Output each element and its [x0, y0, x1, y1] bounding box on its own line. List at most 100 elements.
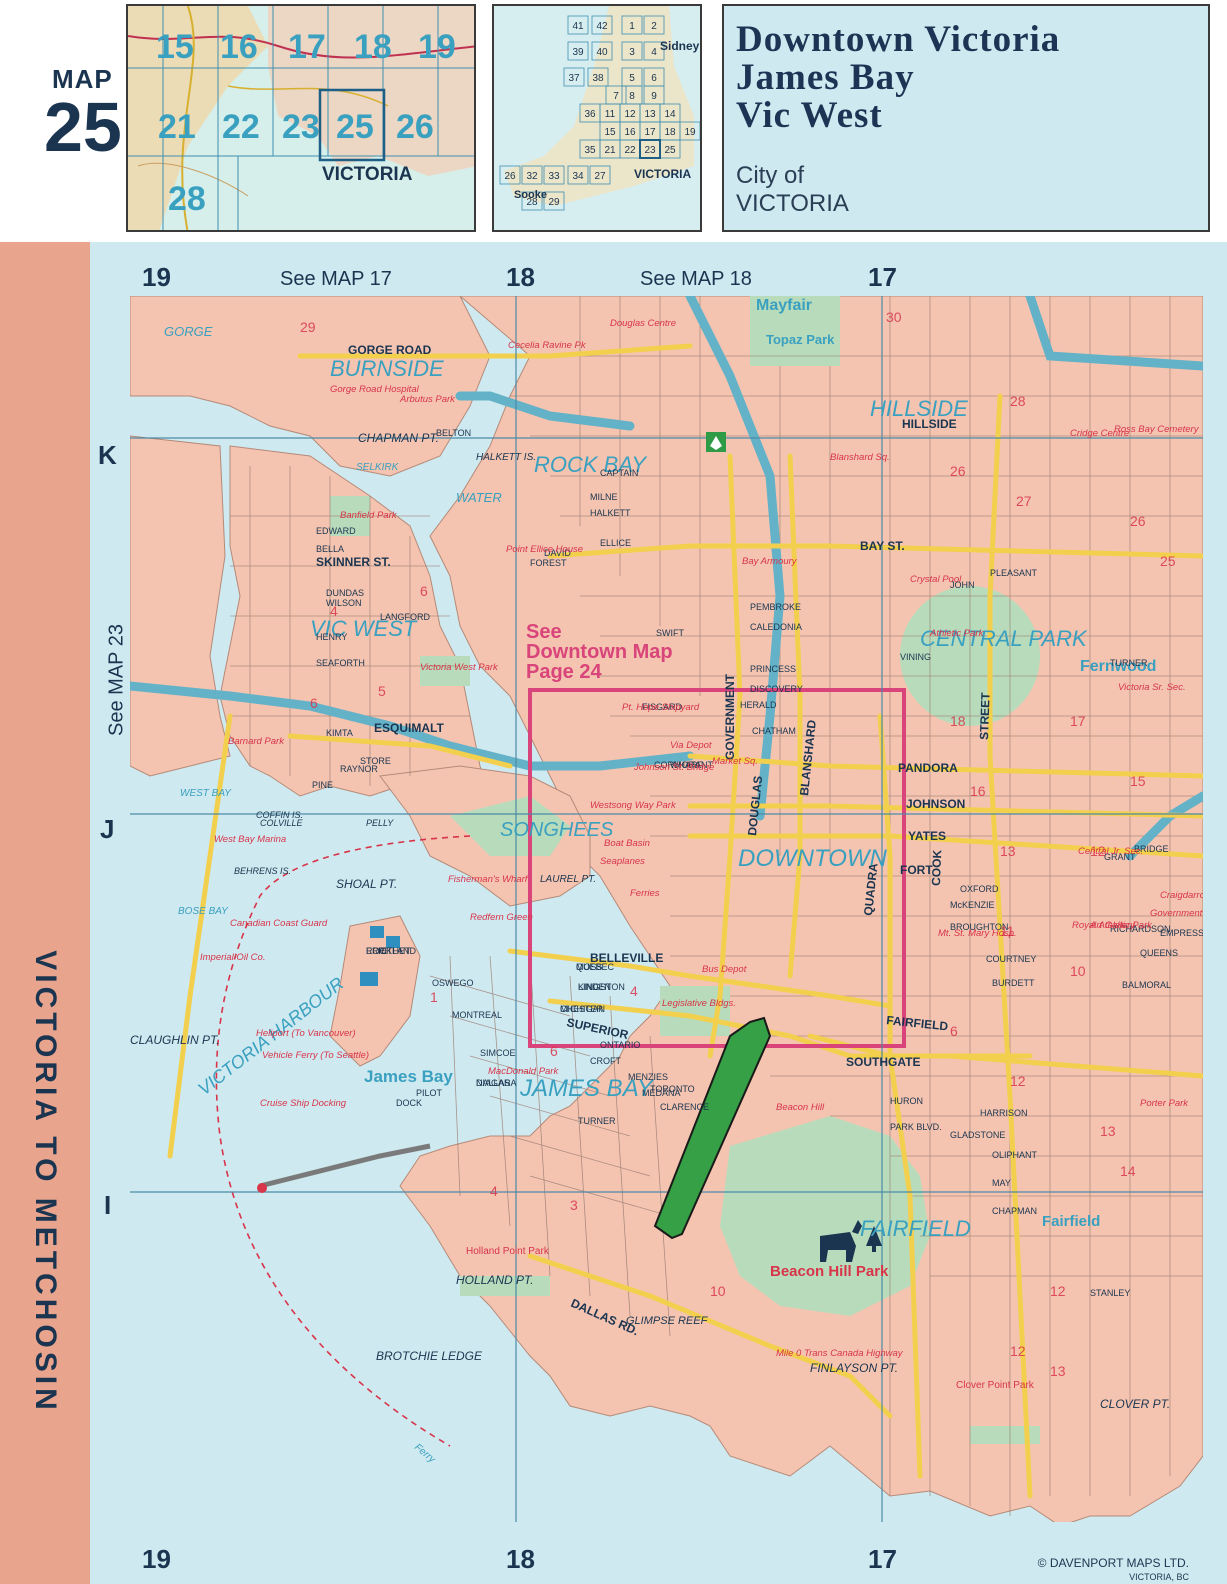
svg-text:28: 28 [1010, 393, 1026, 409]
svg-text:29: 29 [300, 319, 316, 335]
region-key-cell: 17 [644, 127, 656, 138]
svg-text:5: 5 [378, 683, 386, 699]
local-key-cell: 26 [396, 108, 434, 146]
landmark-label: Crystal Pool [910, 574, 962, 585]
landmark-label: Imperial Oil Co. [200, 952, 265, 963]
region-key-cell: 15 [604, 127, 616, 138]
street-label: PANDORA [898, 761, 958, 775]
landmark-label: Bay Armoury [742, 556, 798, 567]
point-label: COLVILLE [260, 818, 304, 828]
point-label: SHOAL PT. [336, 877, 397, 891]
region-key-cell: 35 [584, 145, 596, 156]
landmark-label: Point Ellice House [506, 544, 583, 555]
svg-text:10: 10 [1070, 963, 1086, 979]
street-label: MOSS [576, 962, 603, 972]
local-key-cell: 16 [220, 28, 258, 66]
svg-text:12: 12 [1090, 843, 1106, 859]
region-key-cell: 23 [644, 145, 656, 156]
street-label: BELLA [316, 544, 344, 554]
landmark-label: Arbutus Park [399, 394, 456, 405]
street-label: RAYNOR [340, 764, 378, 774]
street-label: GLADSTONE [950, 1130, 1005, 1140]
svg-text:6: 6 [310, 695, 318, 711]
map-header: MAP 25 15 16 17 18 19 21 22 23 25 26 28 … [0, 0, 1227, 240]
street-label: HARRISON [980, 1108, 1028, 1118]
landmark-label: Boat Basin [604, 838, 650, 849]
street-label: STREET [977, 692, 993, 740]
district-label: BURNSIDE [330, 356, 444, 381]
svg-text:13: 13 [1000, 843, 1016, 859]
local-key-cell: 28 [168, 180, 206, 218]
svg-text:13: 13 [1100, 1123, 1116, 1139]
land-west-shore [130, 435, 231, 777]
water-label: WATER [456, 490, 502, 505]
street-label: ESQUIMALT [374, 721, 444, 735]
street-label: PLEASANT [990, 568, 1038, 578]
grid-col-label-bottom: 18 [506, 1544, 535, 1574]
region-key-cell: 4 [651, 47, 657, 58]
landmark-label: Gorge Road Hospital [330, 384, 420, 395]
svg-text:25: 25 [1160, 553, 1176, 569]
grid-row-label: J [100, 814, 115, 844]
street-label: BELTON [436, 428, 471, 438]
landmark-label: Market Sq. [712, 756, 758, 767]
street-label: MILNE [590, 492, 618, 502]
landmark-label: Ross Bay Cemetery [1114, 424, 1200, 435]
region-key-cell: 16 [624, 127, 636, 138]
local-key-map-graphic: 15 16 17 18 19 21 22 23 25 26 28 VICTORI… [128, 6, 474, 230]
street-label: LANGFORD [380, 612, 431, 622]
region-key-place-victoria: VICTORIA [634, 167, 691, 181]
svg-text:10: 10 [710, 1283, 726, 1299]
street-label: SWIFT [656, 628, 684, 638]
landmark-label: Art Gallery [1089, 920, 1136, 931]
street-label: EMPRESS [1160, 928, 1203, 938]
svg-text:3: 3 [570, 1197, 578, 1213]
water-label: GORGE [164, 324, 213, 339]
region-key-cell: 25 [664, 145, 676, 156]
landmark-label: Via Depot [670, 740, 712, 751]
see-map-link[interactable]: See MAP 17 [280, 268, 392, 291]
landmark-label: Cruise Ship Docking [260, 1098, 347, 1109]
svg-text:6: 6 [950, 1023, 958, 1039]
grid-row-label: I [104, 1190, 112, 1220]
landmark-label: Beacon Hill [776, 1102, 825, 1113]
svg-text:27: 27 [1016, 493, 1032, 509]
trans-canada-highway-shield-icon [706, 432, 726, 452]
street-label: CAPTAIN [600, 468, 638, 478]
street-label: PILOT [416, 1088, 443, 1098]
point-label: BEHRENS IS. [234, 866, 291, 876]
title-line-1: Downtown Victoria [736, 19, 1061, 60]
region-key-place-sooke: Sooke [514, 189, 547, 201]
region-key-cell: 29 [548, 197, 560, 208]
street-label: DALLAS [476, 1078, 511, 1088]
landmark-label: Government House [1150, 908, 1203, 919]
landmark-label: Seaplanes [600, 856, 645, 867]
region-key-cell: 37 [568, 73, 580, 84]
region-key-cell: 13 [644, 109, 656, 120]
street-label: BURDETT [992, 978, 1035, 988]
title-line-2: James Bay [736, 57, 915, 98]
street-label: CHESTER [560, 1004, 604, 1014]
region-key-cell: 1 [629, 21, 635, 32]
landmark-label: West Bay Marina [214, 834, 286, 845]
landmark-label: Ferries [630, 888, 660, 899]
street-label: STANLEY [1090, 1288, 1130, 1298]
see-map-link-left[interactable]: See MAP 23 [106, 624, 129, 736]
region-key-cell: 7 [613, 91, 619, 102]
city-map[interactable]: See Downtown Map Page 24 BURNSIDE HILLSI… [130, 296, 1203, 1522]
street-label: VINING [900, 652, 931, 662]
see-map-link[interactable]: See MAP 18 [640, 268, 752, 291]
region-key-cell: 9 [651, 91, 657, 102]
street-label: DOCK [396, 1098, 422, 1108]
landmark-label: Vehicle Ferry (To Seattle) [262, 1050, 369, 1061]
region-key-cell: 26 [504, 171, 516, 182]
street-label: CLARENCE [660, 1102, 709, 1112]
landmark-label: Fisherman's Wharf [448, 874, 529, 885]
region-key-cell: 38 [592, 73, 604, 84]
street-label: BAY ST. [860, 539, 905, 553]
water-label: WEST BAY [180, 788, 232, 799]
region-key-cell: 34 [572, 171, 584, 182]
title-line-3: Vic West [736, 95, 883, 136]
street-label: CROFT [590, 1056, 621, 1066]
street-label: CHATHAM [752, 726, 796, 736]
